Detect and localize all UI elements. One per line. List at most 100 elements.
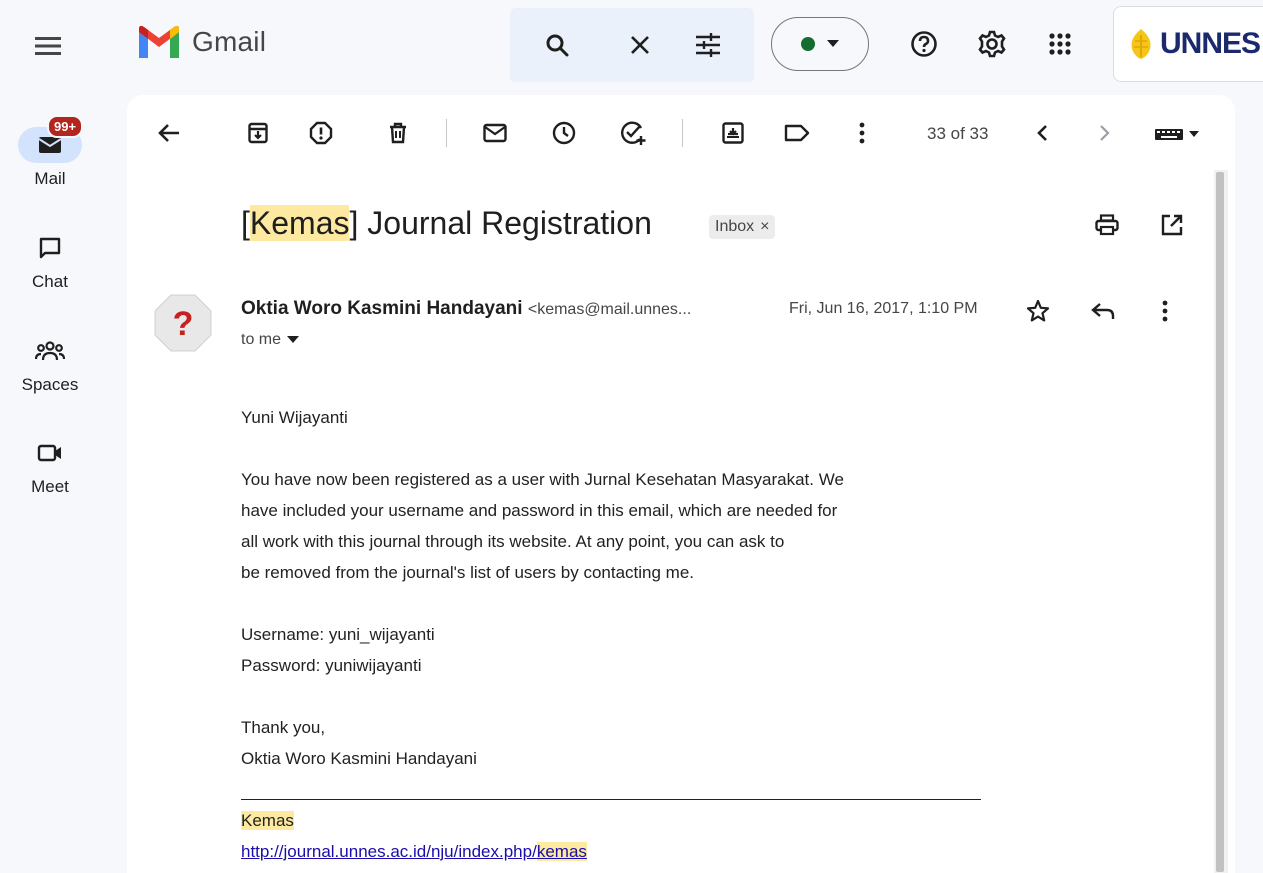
reply-button[interactable]	[1085, 293, 1121, 329]
gmail-m-icon	[136, 24, 182, 60]
rail-item-mail[interactable]: 99+ Mail	[0, 115, 100, 189]
older-button[interactable]	[1087, 115, 1123, 151]
remove-label-button[interactable]: ×	[760, 218, 769, 236]
star-icon	[1026, 299, 1050, 323]
message-panel: 33 of 33 [Kemas] Journal Registration In…	[127, 95, 1235, 873]
mark-unread-button[interactable]	[477, 115, 513, 151]
account-button[interactable]: UNNES	[1113, 6, 1263, 82]
rail-item-chat[interactable]: Chat	[0, 230, 100, 292]
inbox-label-chip[interactable]: Inbox ×	[709, 215, 776, 239]
help-button[interactable]	[906, 26, 942, 62]
snooze-icon	[552, 121, 576, 145]
body-line: have included your username and password…	[241, 501, 838, 520]
help-icon	[910, 30, 938, 58]
sender-name[interactable]: Oktia Woro Kasmini Handayani	[241, 298, 523, 319]
filter-options-icon	[695, 33, 721, 57]
rail-label-meet: Meet	[31, 477, 69, 496]
add-task-button[interactable]	[615, 115, 651, 151]
move-to-button[interactable]	[715, 115, 751, 151]
rail-item-meet[interactable]: Meet	[0, 435, 100, 497]
delete-button[interactable]	[380, 115, 416, 151]
clear-search-button[interactable]	[623, 28, 657, 62]
body-line: You have now been registered as a user w…	[241, 470, 844, 489]
svg-text:?: ?	[173, 305, 194, 343]
archive-button[interactable]	[240, 115, 276, 151]
sender-info: Oktia Woro Kasmini Handayani <kemas@mail…	[241, 298, 691, 320]
subject-highlight: Kemas	[249, 205, 350, 241]
google-apps-button[interactable]	[1042, 26, 1078, 62]
apps-grid-icon	[1048, 32, 1072, 56]
recipient-details[interactable]: to me	[241, 331, 300, 349]
rail-label-spaces: Spaces	[21, 375, 79, 394]
scroll-thumb[interactable]	[1216, 172, 1224, 872]
move-to-icon	[722, 122, 744, 144]
spaces-icon	[35, 339, 65, 363]
mark-unread-icon	[483, 123, 507, 143]
subject-close-bracket: ]	[349, 205, 359, 241]
search-box[interactable]	[510, 8, 754, 82]
input-tools-button[interactable]	[1147, 115, 1209, 151]
app-name: Gmail	[192, 26, 267, 57]
more-vert-icon	[859, 122, 865, 144]
rail-label-chat: Chat	[32, 272, 68, 291]
more-options-button[interactable]	[844, 115, 880, 151]
rail-label-mail: Mail	[34, 169, 66, 188]
password-line: Password: yuniwijayanti	[241, 656, 422, 675]
label-button[interactable]	[779, 115, 815, 151]
report-spam-button[interactable]	[303, 115, 339, 151]
rail-pill-chat	[18, 230, 82, 266]
snooze-button[interactable]	[546, 115, 582, 151]
search-icon	[545, 33, 569, 57]
body-line: be removed from the journal's list of us…	[241, 563, 695, 582]
closing-name: Oktia Woro Kasmini Handayani	[241, 749, 477, 768]
account-logo-text: UNNES	[1160, 27, 1261, 60]
toolbar-divider	[682, 119, 683, 147]
rail-pill-spaces	[18, 333, 82, 369]
subject-open-bracket: [	[241, 205, 250, 241]
mail-icon	[38, 135, 62, 155]
gmail-logo[interactable]: Gmail	[136, 24, 266, 60]
open-in-new-icon	[1161, 214, 1183, 236]
email-date: Fri, Jun 16, 2017, 1:10 PM	[789, 300, 978, 317]
unnes-emblem-icon	[1126, 27, 1156, 61]
status-selector[interactable]	[771, 17, 869, 71]
star-button[interactable]	[1020, 293, 1056, 329]
settings-button[interactable]	[974, 26, 1010, 62]
body-line: all work with this journal through its w…	[241, 532, 785, 551]
sender-avatar[interactable]: ?	[153, 293, 213, 353]
search-button[interactable]	[540, 28, 574, 62]
rail-pill-meet	[18, 435, 82, 471]
message-more-button[interactable]	[1147, 293, 1183, 329]
keyboard-icon	[1154, 125, 1202, 141]
pagination-count: 33 of 33	[927, 124, 989, 143]
closing: Thank you, Oktia Woro Kasmini Handayani	[241, 712, 477, 774]
more-vert-icon	[1162, 300, 1168, 322]
back-button[interactable]	[151, 115, 187, 151]
open-in-new-window-button[interactable]	[1154, 207, 1190, 243]
signature-name: Kemas	[241, 811, 294, 830]
journal-link[interactable]: http://journal.unnes.ac.id/nju/index.php…	[241, 842, 587, 861]
clear-icon	[629, 34, 651, 56]
rail-pill-mail: 99+	[18, 115, 84, 163]
credentials: Username: yuni_wijayanti Password: yuniw…	[241, 619, 435, 681]
chevron-down-icon	[287, 336, 300, 344]
scrollbar[interactable]	[1214, 170, 1228, 873]
username-line: Username: yuni_wijayanti	[241, 625, 435, 644]
print-button[interactable]	[1089, 207, 1125, 243]
hamburger-icon	[35, 36, 61, 56]
add-task-icon	[620, 120, 646, 146]
gmail-app: Gmail UNNES 99+ Mail Chat Spaces Meet 33…	[0, 0, 1263, 873]
search-options-button[interactable]	[691, 28, 725, 62]
print-icon	[1095, 214, 1119, 236]
newer-button[interactable]	[1024, 115, 1060, 151]
unread-count-badge: 99+	[47, 115, 84, 138]
chevron-down-icon	[827, 40, 839, 48]
sender-email: <kemas@mail.unnes...	[527, 301, 692, 318]
main-menu-button[interactable]	[28, 28, 68, 64]
video-icon	[37, 443, 63, 463]
back-arrow-icon	[158, 123, 180, 143]
body-paragraph: You have now been registered as a user w…	[241, 464, 844, 588]
rail-item-spaces[interactable]: Spaces	[0, 333, 100, 395]
archive-icon	[248, 122, 268, 144]
greeting: Yuni Wijayanti	[241, 408, 348, 427]
